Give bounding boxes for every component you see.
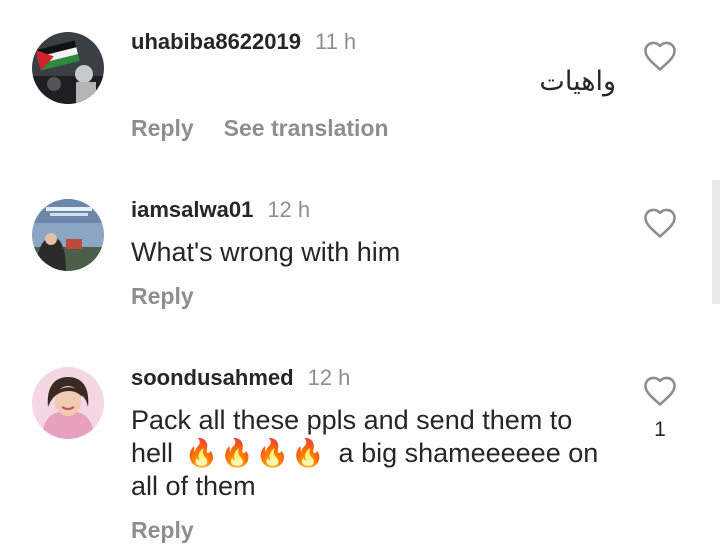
username-row: soondusahmed 12 h [131,365,350,391]
avatar-image [32,199,104,271]
timestamp: 12 h [307,365,351,390]
username[interactable]: uhabiba8622019 [131,29,301,54]
comment-actions: Reply [131,517,194,544]
avatar[interactable] [32,199,104,271]
username[interactable]: iamsalwa01 [131,197,253,222]
avatar-image [32,367,104,439]
heart-outline-icon[interactable] [642,207,678,239]
avatar-image [32,32,104,104]
timestamp: 11 h [314,29,357,54]
avatar[interactable] [32,367,104,439]
comment-text: Pack all these ppls and send them to hel… [131,404,611,503]
like-count: 1 [654,418,666,441]
fire-emoji-icon: 🔥🔥🔥🔥 [184,438,328,468]
avatar[interactable] [32,32,104,104]
see-translation-button[interactable]: See translation [224,115,389,141]
username-row: uhabiba8622019 11 h [131,29,356,55]
reply-button[interactable]: Reply [131,517,194,543]
comment-text: واهيات [539,66,616,97]
reply-button[interactable]: Reply [131,283,194,309]
timestamp: 12 h [267,197,311,222]
comment-actions: Reply [131,283,194,310]
heart-outline-icon[interactable] [642,40,678,72]
comment-actions: Reply See translation [131,115,389,142]
comment-text: What's wrong with him [131,237,401,267]
scrollbar[interactable] [712,180,720,304]
reply-button[interactable]: Reply [131,115,194,141]
username[interactable]: soondusahmed [131,365,294,390]
username-row: iamsalwa01 12 h [131,197,310,223]
heart-outline-icon[interactable] [642,375,678,407]
